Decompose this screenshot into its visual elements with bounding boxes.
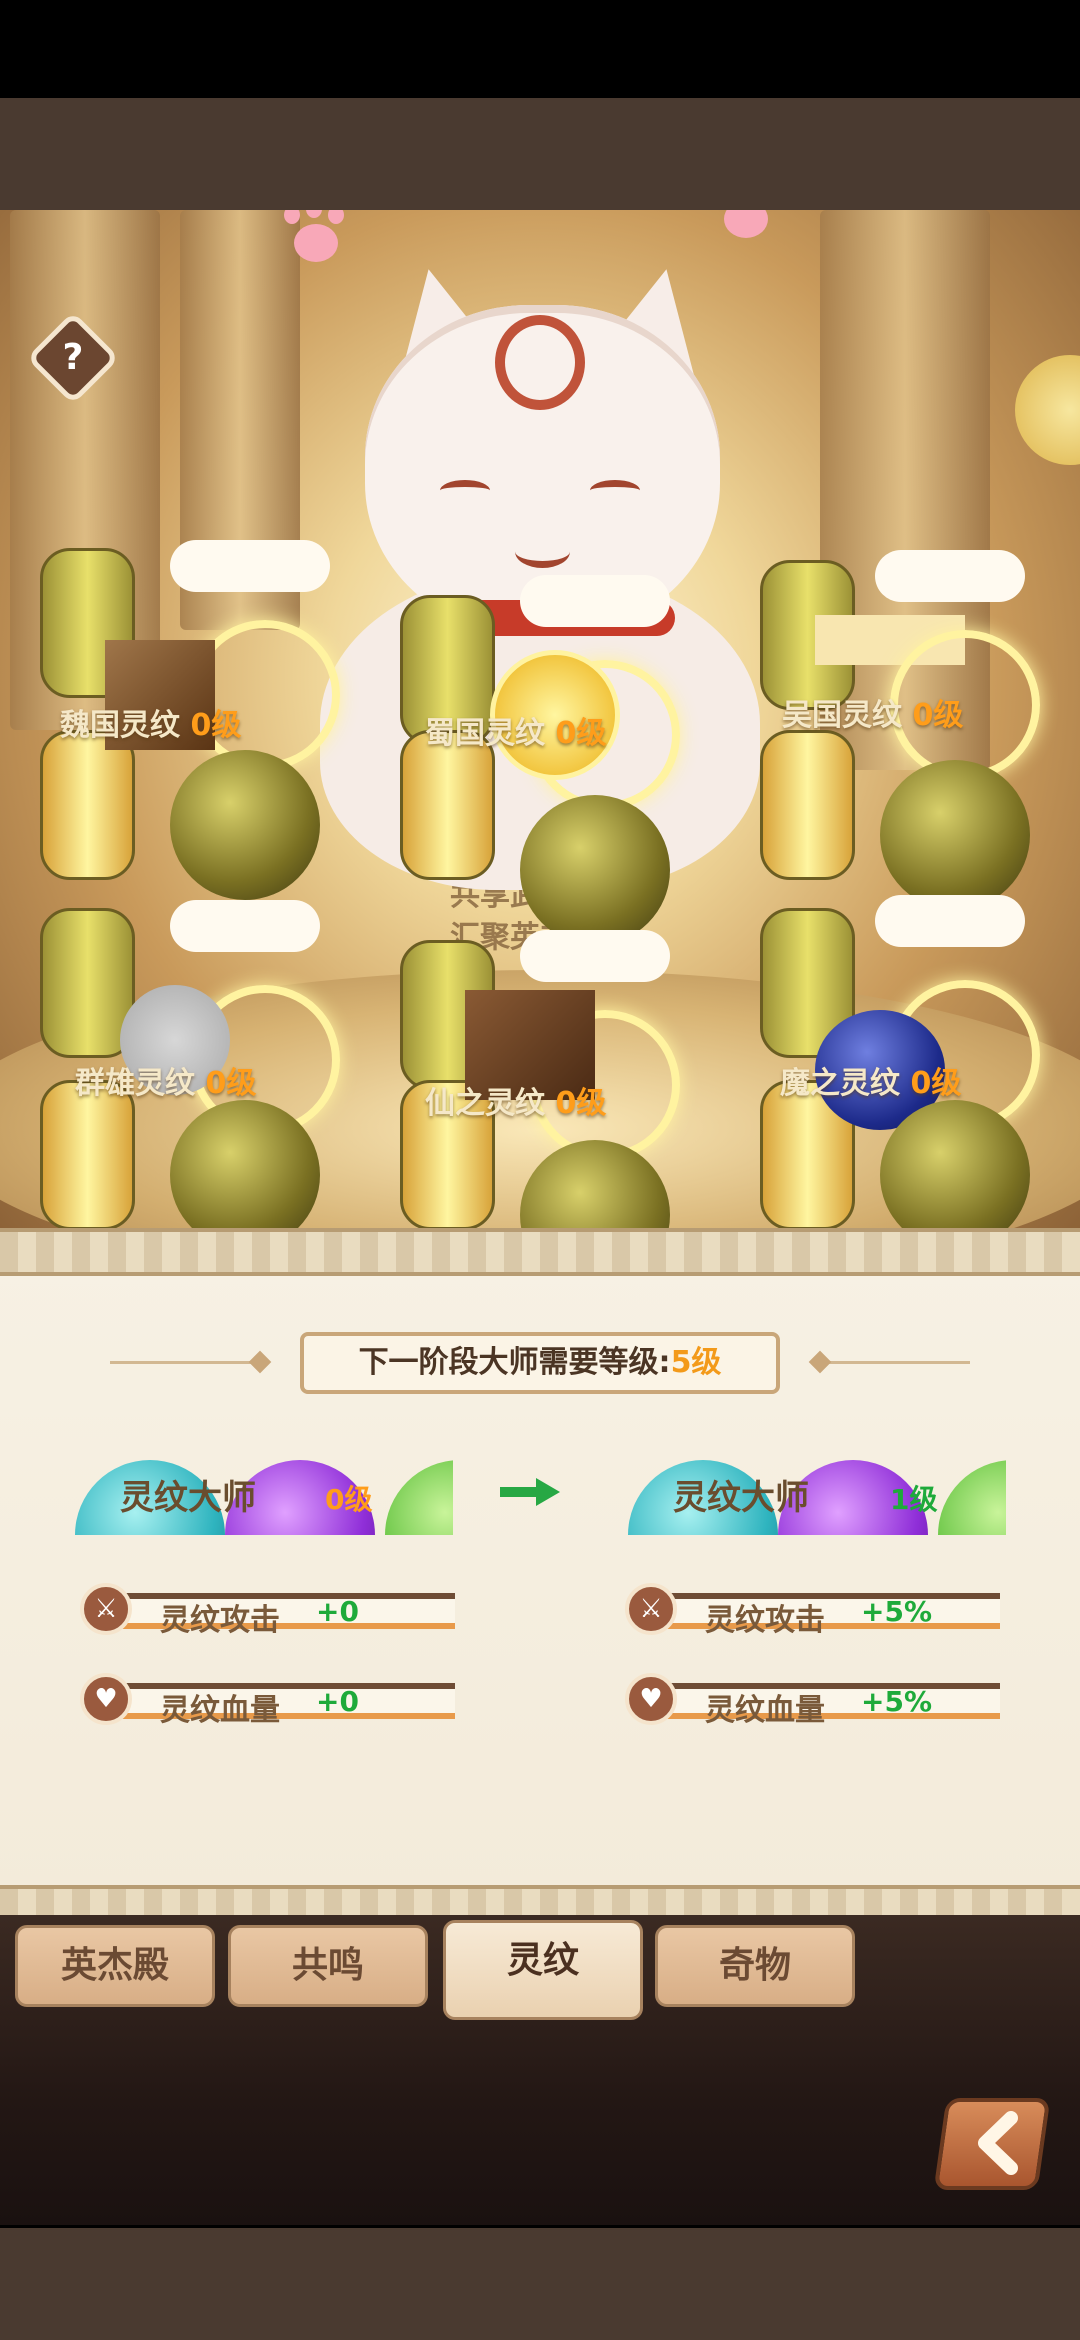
rune-name: 群雄灵纹 <box>75 1066 195 1101</box>
bottom-frame <box>0 2228 1080 2340</box>
rune-level: 0级 <box>555 1086 607 1121</box>
stat-value: +5% <box>861 1595 932 1628</box>
top-frame <box>0 98 1080 210</box>
rune-slot-xian[interactable]: 仙之灵纹 0级 <box>370 930 710 1250</box>
sword-icon: ⚔ <box>625 1583 677 1635</box>
lantern-icon <box>40 730 135 880</box>
cat-mouth <box>515 535 570 568</box>
rune-orb <box>520 795 670 945</box>
green-orb-icon <box>385 1460 453 1535</box>
rune-name: 魔之灵纹 <box>780 1066 900 1101</box>
rune-name: 魏国灵纹 <box>60 708 180 743</box>
rune-level: 0级 <box>910 1066 962 1101</box>
tab-lingwen[interactable]: 灵纹 <box>443 1920 643 2020</box>
stat-row-hp-next: ♥ 灵纹血量 +5% <box>625 1673 1000 1731</box>
status-bar-area <box>0 0 1080 98</box>
lantern-icon <box>40 1080 135 1230</box>
master-title: 灵纹大师 <box>120 1478 256 1518</box>
heart-icon: ♥ <box>625 1673 677 1725</box>
lantern-icon <box>400 730 495 880</box>
panel-border <box>0 1228 1080 1276</box>
cat-eye <box>440 480 490 501</box>
stat-label: 灵纹攻击 <box>705 1603 825 1638</box>
panel-border <box>0 1885 1080 1919</box>
help-icon[interactable]: ? <box>40 325 106 391</box>
rune-slot-qunxiong[interactable]: 群雄灵纹 0级 <box>30 890 370 1250</box>
lantern-icon <box>760 730 855 880</box>
rune-slot-label: 群雄灵纹 0级 <box>75 1058 375 1102</box>
rune-slot-label: 仙之灵纹 0级 <box>425 1078 725 1122</box>
rune-slot-shu[interactable]: 蜀国灵纹 0级 <box>370 575 710 945</box>
master-level: 0级 <box>325 1483 373 1516</box>
stat-label: 灵纹血量 <box>705 1693 825 1728</box>
rune-name-pill <box>520 930 670 982</box>
master-current: 灵纹大师 0级 <box>75 1460 453 1535</box>
side-coin-icon[interactable] <box>1015 355 1080 465</box>
rune-name-pill <box>875 895 1025 947</box>
stat-value: +5% <box>861 1685 932 1718</box>
paw-icon <box>280 210 350 270</box>
cat-eye <box>590 480 640 501</box>
stage-text: 下一阶段大师需要等级: <box>358 1345 671 1380</box>
stat-value: +0 <box>316 1595 359 1628</box>
rune-level: 0级 <box>555 716 607 751</box>
next-stage-banner: 下一阶段大师需要等级:5级 <box>300 1332 780 1394</box>
rune-slot-label: 吴国灵纹 0级 <box>782 690 1080 734</box>
master-next: 灵纹大师 1级 <box>628 1460 1006 1535</box>
rune-slot-wu[interactable]: 吴国灵纹 0级 <box>760 550 1080 910</box>
rune-name-pill <box>520 575 670 627</box>
tab-yingjiedian[interactable]: 英杰殿 <box>15 1925 215 2007</box>
stage-level: 5级 <box>670 1345 722 1380</box>
divider <box>110 1361 260 1364</box>
rune-name: 蜀国灵纹 <box>425 716 545 751</box>
green-orb-icon <box>938 1460 1006 1535</box>
rune-orb <box>880 760 1030 910</box>
rune-name-pill <box>170 900 320 952</box>
stat-row-attack-next: ⚔ 灵纹攻击 +5% <box>625 1583 1000 1641</box>
master-title: 灵纹大师 <box>673 1478 809 1518</box>
rune-level: 0级 <box>912 698 964 733</box>
paw-icon <box>710 210 780 246</box>
stat-row-attack: ⚔ 灵纹攻击 +0 <box>80 1583 455 1641</box>
divider <box>820 1361 970 1364</box>
cat-forehead-mark <box>495 315 585 410</box>
stat-value: +0 <box>316 1685 359 1718</box>
rune-orb <box>170 750 320 900</box>
stat-label: 灵纹攻击 <box>160 1603 280 1638</box>
stat-label: 灵纹血量 <box>160 1693 280 1728</box>
tab-gongming[interactable]: 共鸣 <box>228 1925 428 2007</box>
chevron-left-icon[interactable] <box>965 2108 1035 2178</box>
rune-level: 0级 <box>205 1066 257 1101</box>
rune-slot-label: 魔之灵纹 0级 <box>780 1058 1080 1102</box>
rune-slot-mo[interactable]: 魔之灵纹 0级 <box>760 890 1080 1250</box>
arrow-right-icon <box>500 1478 562 1506</box>
rune-name: 仙之灵纹 <box>425 1086 545 1121</box>
rune-name-pill <box>875 550 1025 602</box>
stat-row-hp: ♥ 灵纹血量 +0 <box>80 1673 455 1731</box>
heart-icon: ♥ <box>80 1673 132 1725</box>
master-level: 1级 <box>890 1483 938 1516</box>
rune-scene: 共享武将等级 汇聚英杰之力 魏国灵纹 0级 <box>0 210 1080 1250</box>
rune-level: 0级 <box>190 708 242 743</box>
rune-name-pill <box>170 540 330 592</box>
sword-icon: ⚔ <box>80 1583 132 1635</box>
rune-slot-label: 蜀国灵纹 0级 <box>425 708 725 752</box>
rune-name: 吴国灵纹 <box>782 698 902 733</box>
tab-qiwu[interactable]: 奇物 <box>655 1925 855 2007</box>
rune-slot-label: 魏国灵纹 0级 <box>60 700 360 744</box>
rune-slot-wei[interactable]: 魏国灵纹 0级 <box>30 540 370 900</box>
